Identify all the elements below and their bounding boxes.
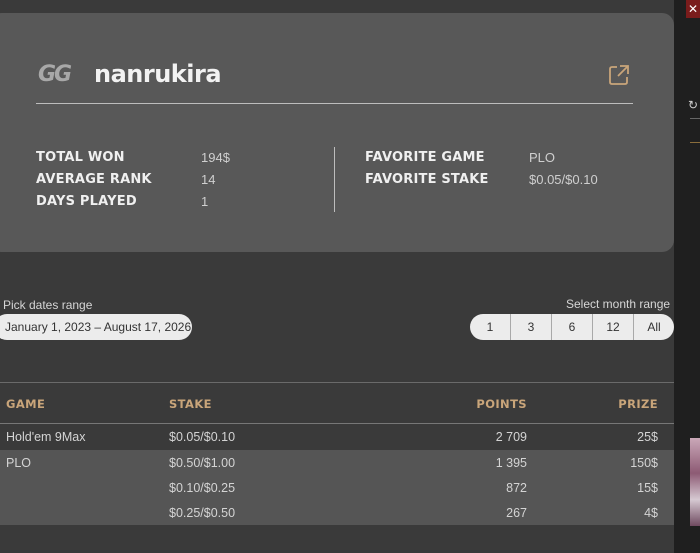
month-option-1[interactable]: 1	[470, 314, 511, 340]
stats-divider	[334, 147, 335, 212]
column-header-game: GAME	[6, 397, 46, 411]
month-option-all[interactable]: All	[634, 314, 674, 340]
month-option-3[interactable]: 3	[511, 314, 552, 340]
cell-points: 872	[506, 481, 527, 495]
page: ✕ ↻ GG nanrukira TOTAL WON 194$ AVERAGE …	[0, 0, 700, 553]
stat-label-favorite-stake: FAVORITE STAKE	[365, 172, 489, 187]
month-option-6[interactable]: 6	[552, 314, 593, 340]
stat-value-favorite-game: PLO	[529, 150, 556, 165]
stat-label-total-won: TOTAL WON	[36, 150, 125, 165]
column-header-points: POINTS	[476, 397, 527, 411]
month-range-label: Select month range	[566, 297, 671, 311]
dates-range-label: Pick dates range	[3, 298, 93, 312]
player-username: nanrukira	[94, 60, 222, 88]
cell-points: 267	[506, 506, 527, 520]
date-range-picker[interactable]: January 1, 2023 – August 17, 2026	[0, 314, 192, 340]
table-row: $0.10/$0.25 872 15$	[0, 475, 674, 500]
profile-card	[0, 13, 674, 252]
table-top-border	[0, 382, 674, 383]
stat-value-days-played: 1	[201, 194, 209, 209]
card-divider	[36, 103, 633, 104]
edge-divider-accent	[690, 142, 700, 143]
cell-prize: 4$	[644, 506, 658, 520]
close-icon[interactable]: ✕	[686, 0, 700, 18]
ggpoker-logo: GG	[38, 62, 72, 87]
refresh-icon[interactable]: ↻	[688, 98, 700, 112]
cell-prize: 15$	[637, 481, 658, 495]
stat-label-average-rank: AVERAGE RANK	[36, 172, 152, 187]
cell-stake: $0.25/$0.50	[169, 506, 236, 520]
stat-label-days-played: DAYS PLAYED	[36, 194, 137, 209]
stat-value-favorite-stake: $0.05/$0.10	[529, 172, 598, 187]
edge-divider	[690, 118, 700, 119]
cell-points: 2 709	[495, 430, 527, 444]
column-header-stake: STAKE	[169, 397, 212, 411]
cell-stake: $0.50/$1.00	[169, 456, 236, 470]
cell-prize: 25$	[637, 430, 658, 444]
table-row: PLO $0.50/$1.00 1 395 150$	[0, 450, 674, 475]
cell-prize: 150$	[630, 456, 658, 470]
cell-game: Hold'em 9Max	[6, 430, 86, 444]
external-link-icon[interactable]	[608, 64, 630, 86]
stat-label-favorite-game: FAVORITE GAME	[365, 150, 485, 165]
cell-stake: $0.10/$0.25	[169, 481, 236, 495]
month-range-selector: 1 3 6 12 All	[470, 314, 674, 340]
side-thumbnail[interactable]	[690, 438, 700, 526]
table-row: $0.25/$0.50 267 4$	[0, 500, 674, 525]
stat-value-total-won: 194$	[201, 150, 230, 165]
table-row: Hold'em 9Max $0.05/$0.10 2 709 25$	[0, 424, 674, 449]
cell-points: 1 395	[495, 456, 527, 470]
month-option-12[interactable]: 12	[593, 314, 634, 340]
cell-game: PLO	[6, 456, 32, 470]
cell-stake: $0.05/$0.10	[169, 430, 236, 444]
stat-value-average-rank: 14	[201, 172, 216, 187]
column-header-prize: PRIZE	[618, 397, 658, 411]
